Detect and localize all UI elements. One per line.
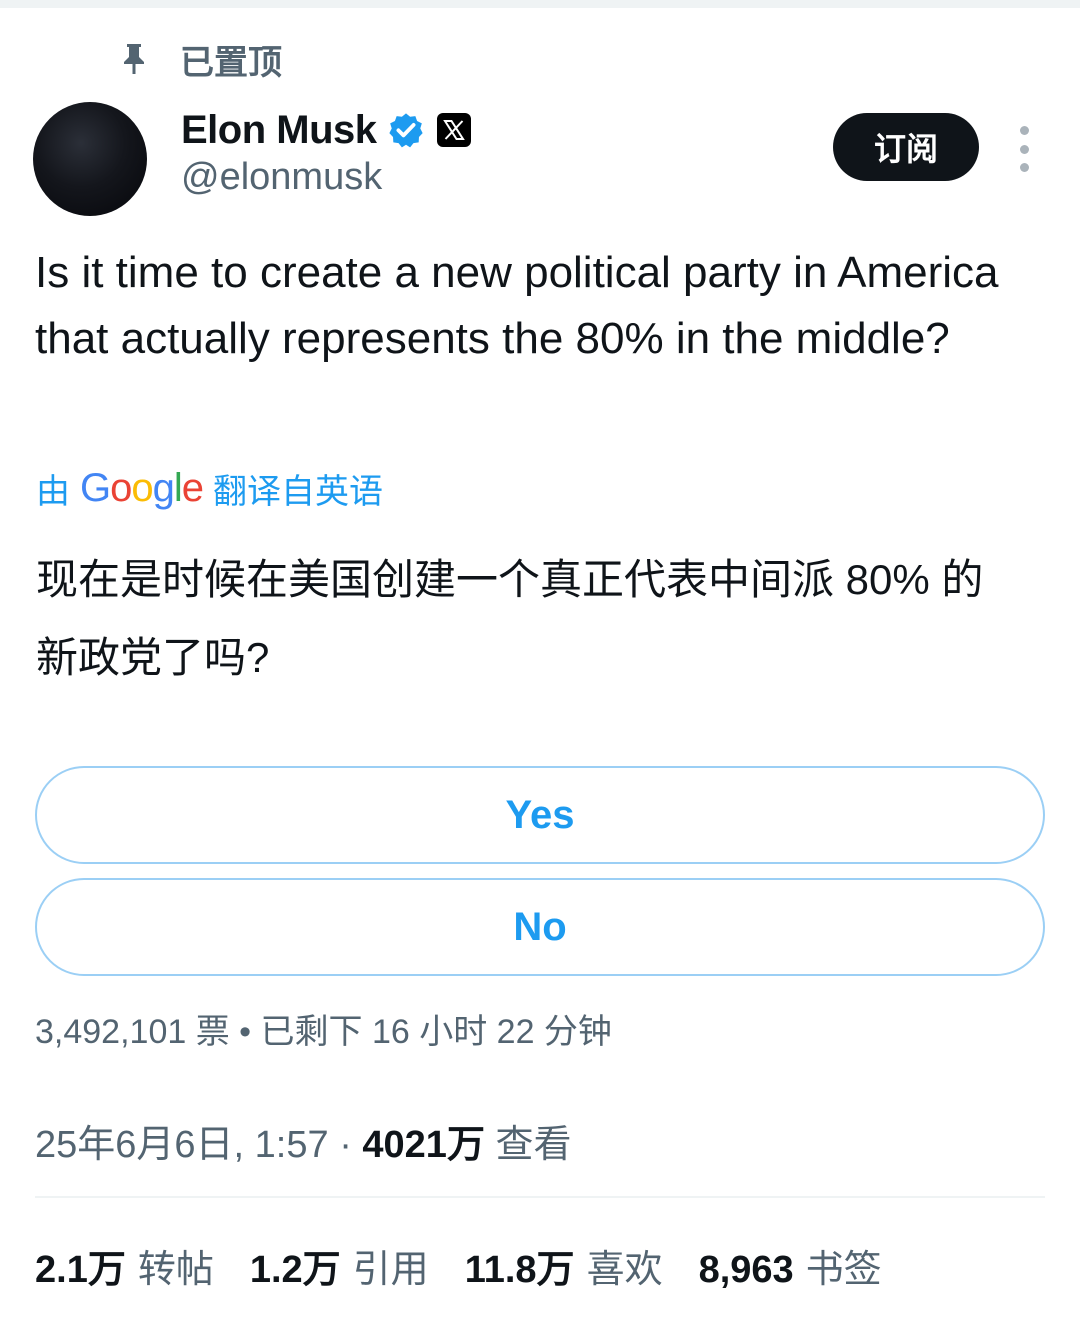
translation-prefix: 由 (36, 472, 70, 511)
views-count: 4021万 (362, 1124, 485, 1166)
translation-suffix: 翻译自英语 (213, 472, 384, 511)
poll-time-left: 已剩下 16 小时 22 分钟 (260, 1013, 612, 1051)
poll-vote-count: 3,492,101 票 (35, 1013, 230, 1051)
author-handle[interactable]: @elonmusk (181, 156, 382, 199)
pinned-indicator: 已置顶 (118, 36, 282, 82)
poll-meta: 3,492,101 票 • 已剩下 16 小时 22 分钟 (35, 1004, 612, 1053)
translated-text: 现在是时候在美国创建一个真正代表中间派 80% 的新政党了吗? (36, 556, 984, 681)
more-options-icon[interactable] (1008, 126, 1040, 172)
avatar[interactable] (33, 102, 147, 216)
verified-badge-icon[interactable] (387, 111, 425, 149)
stat-likes[interactable]: 11.8万 喜欢 (465, 1238, 663, 1293)
pinned-label: 已置顶 (180, 43, 282, 82)
timestamp-row: 25年6月6日, 1:57 · 4021万 查看 (35, 1113, 572, 1168)
stat-quotes[interactable]: 1.2万 引用 (250, 1238, 429, 1293)
engagement-stats: 2.1万 转帖 1.2万 引用 11.8万 喜欢 8,963 书签 (35, 1238, 918, 1293)
views-label: 查看 (495, 1124, 572, 1166)
stat-reposts[interactable]: 2.1万 转帖 (35, 1238, 214, 1293)
poll-option-no[interactable]: No (35, 878, 1045, 976)
timestamp-separator: · (339, 1124, 352, 1166)
author-name-row: Elon Musk (181, 104, 471, 156)
google-logo: Google (80, 465, 204, 510)
x-logo-icon[interactable] (436, 113, 471, 147)
pin-icon (118, 39, 150, 79)
stat-bookmarks[interactable]: 8,963 书签 (699, 1238, 882, 1293)
tweet-text: Is it time to create a new political par… (35, 248, 999, 363)
poll-separator: • (239, 1013, 252, 1051)
top-divider (0, 0, 1080, 8)
subscribe-button[interactable]: 订阅 (833, 113, 979, 181)
translation-attribution[interactable]: 由 Google 翻译自英语 (36, 462, 383, 514)
poll-option-yes[interactable]: Yes (35, 766, 1045, 864)
stats-divider (35, 1196, 1045, 1198)
timestamp[interactable]: 25年6月6日, 1:57 (35, 1124, 329, 1166)
author-name[interactable]: Elon Musk (181, 108, 377, 153)
